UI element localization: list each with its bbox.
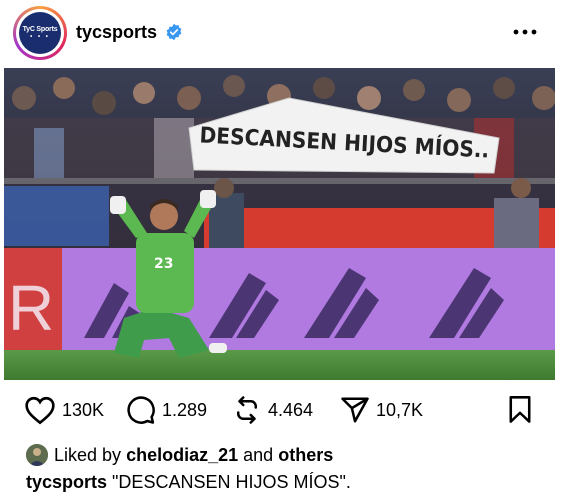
bookmark-icon <box>509 396 531 423</box>
comments-count: 1.289 <box>162 399 208 420</box>
tyc-sports-logo: TyC Sports • • • <box>19 12 61 54</box>
liked-by-and: and <box>243 444 274 465</box>
heart-icon <box>25 396 55 425</box>
action-bar: 130K 1.289 4.464 10,7K <box>0 392 574 432</box>
post-caption: tycsports "DESCANSEN HIJOS MÍOS". <box>26 472 351 493</box>
reposts-count: 4.464 <box>268 399 314 420</box>
shares-count: 10,7K <box>376 399 424 420</box>
comment-icon <box>127 396 155 424</box>
liked-by-user[interactable]: chelodiaz_21 <box>126 445 238 466</box>
ad-letter: R <box>8 272 54 344</box>
liker-avatar[interactable] <box>26 444 48 466</box>
liked-by-line: Liked by chelodiaz_21 and others <box>26 443 333 467</box>
logo-dots: • • • <box>30 34 50 40</box>
save-button[interactable] <box>506 392 534 428</box>
comment-button[interactable]: 1.289 <box>126 392 207 428</box>
verified-badge-icon <box>166 23 182 41</box>
repost-button[interactable]: 4.464 <box>232 392 313 428</box>
caption-text: "DESCANSEN HIJOS MÍOS". <box>112 472 351 492</box>
caption-username[interactable]: tycsports <box>26 472 107 492</box>
more-options-icon[interactable] <box>512 27 538 37</box>
jersey-number: 23 <box>154 256 173 272</box>
like-button[interactable]: 130K <box>24 392 104 428</box>
liked-by-prefix: Liked by <box>54 444 122 465</box>
liked-by-others[interactable]: others <box>278 445 333 466</box>
post-username[interactable]: tycsports <box>76 22 157 43</box>
post-image[interactable]: DESCANSEN HIJOS MÍOS.. R 23 <box>4 68 555 380</box>
post-header: TyC Sports • • • tycsports <box>0 0 574 68</box>
avatar[interactable]: TyC Sports • • • <box>13 6 67 60</box>
logo-text: TyC Sports <box>22 26 58 33</box>
repost-icon <box>237 396 257 424</box>
send-icon <box>341 397 369 423</box>
share-button[interactable]: 10,7K <box>340 392 423 428</box>
likes-count: 130K <box>62 399 105 420</box>
